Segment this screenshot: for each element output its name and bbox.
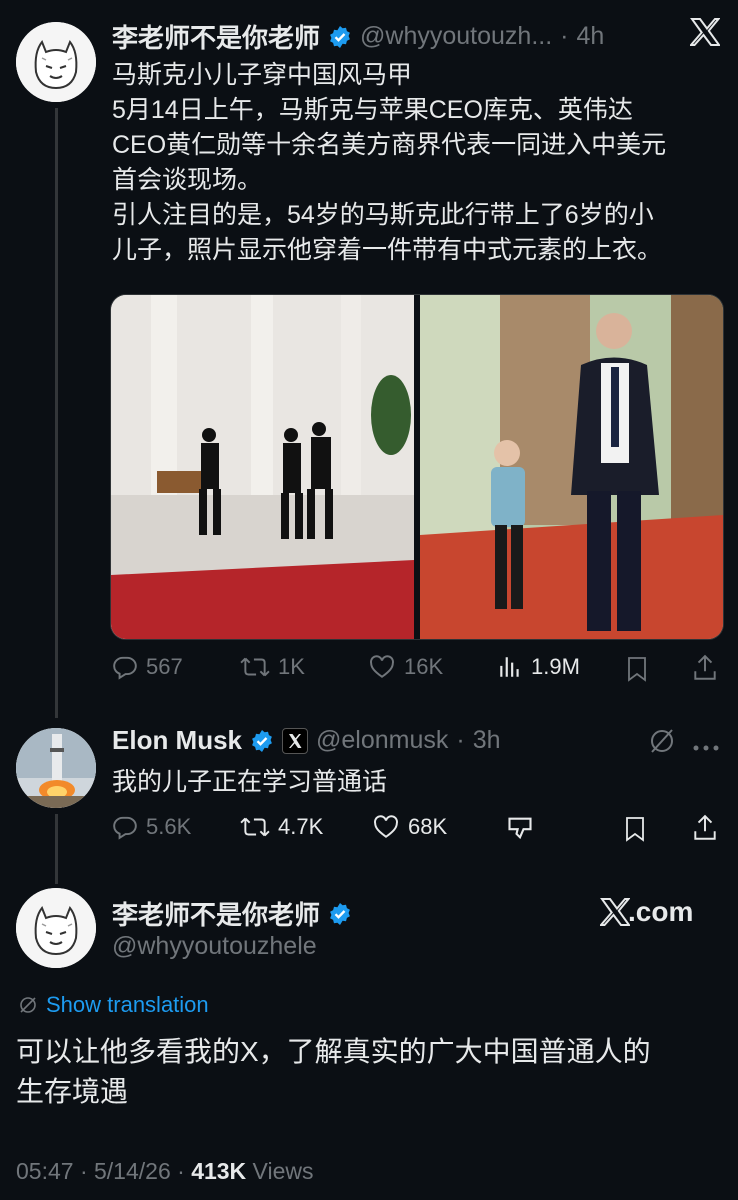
author-name[interactable]: Elon Musk bbox=[112, 725, 242, 756]
thread-line bbox=[55, 814, 58, 884]
thread-line bbox=[55, 108, 58, 718]
brand-text: .com bbox=[628, 896, 694, 927]
tweet1-line: 首会谈现场。 bbox=[112, 166, 263, 194]
grok-icon[interactable] bbox=[648, 727, 676, 760]
repost-icon bbox=[240, 657, 270, 677]
more-options-icon[interactable] bbox=[693, 738, 719, 756]
views-count: 1.9M bbox=[531, 654, 580, 679]
author-handle[interactable]: @elonmusk bbox=[316, 726, 448, 755]
views-label: Views bbox=[246, 1158, 314, 1184]
tweet3-header: 李老师不是你老师 bbox=[112, 895, 352, 932]
repost-count: 1K bbox=[278, 654, 305, 679]
like-button[interactable]: 68K bbox=[372, 814, 447, 840]
views-count: 413K bbox=[191, 1158, 247, 1184]
views-icon bbox=[500, 657, 519, 677]
show-translation-button[interactable]: Show translation bbox=[18, 992, 209, 1018]
like-count: 16K bbox=[404, 654, 444, 679]
tweet-time[interactable]: 4h bbox=[576, 22, 604, 51]
tweet1-line: 5月14日上午，马斯克与苹果CEO库克、英伟达 bbox=[112, 96, 633, 124]
reply-count: 567 bbox=[146, 654, 183, 679]
tweet1-line: CEO黄仁勋等十余名美方商界代表一同进入中美元 bbox=[112, 131, 667, 159]
author-name[interactable]: 李老师不是你老师 bbox=[112, 895, 320, 932]
media-photos bbox=[111, 295, 723, 639]
tweet2-header: Elon Musk @elonmusk · 3h bbox=[112, 725, 501, 756]
timestamp[interactable]: 05:47 · 5/14/26 · bbox=[16, 1158, 191, 1184]
verified-badge-icon bbox=[328, 25, 352, 49]
share-icon[interactable] bbox=[692, 814, 718, 847]
avatar-li-laoshi[interactable] bbox=[16, 888, 96, 968]
views-button[interactable]: 1.9M bbox=[497, 654, 580, 680]
tweet2-text: 我的儿子正在学习普通话 bbox=[112, 768, 388, 796]
tweet3-line: 可以让他多看我的X，了解真实的广大中国普通人的 bbox=[16, 1036, 651, 1067]
author-name[interactable]: 李老师不是你老师 bbox=[112, 18, 320, 55]
tweet-time[interactable]: 3h bbox=[473, 726, 501, 755]
repost-button[interactable]: 4.7K bbox=[240, 814, 323, 840]
tweet3-meta: 05:47 · 5/14/26 · 413K Views bbox=[16, 1158, 314, 1185]
author-handle[interactable]: @whyyoutouzh... bbox=[360, 22, 552, 51]
tweet1-line: 儿子，照片显示他穿着一件带有中式元素的上衣。 bbox=[112, 236, 663, 264]
like-icon bbox=[370, 655, 394, 678]
like-button[interactable]: 16K bbox=[368, 654, 443, 680]
tweet3-line: 生存境遇 bbox=[16, 1076, 129, 1107]
reply-count: 5.6K bbox=[146, 814, 192, 839]
separator-dot: · bbox=[560, 22, 569, 50]
like-icon bbox=[374, 815, 398, 838]
verified-badge-icon bbox=[328, 902, 352, 926]
author-handle[interactable]: @whyyoutouzhele bbox=[112, 932, 317, 961]
separator-dot: · bbox=[456, 726, 465, 754]
translate-icon bbox=[20, 997, 36, 1013]
share-icon[interactable] bbox=[692, 654, 718, 687]
tweet2-actions: 5.6K 4.7K 68K bbox=[112, 814, 722, 844]
tweet1-line: 马斯克小儿子穿中国风马甲 bbox=[112, 61, 413, 89]
avatar-elon-musk[interactable] bbox=[16, 728, 96, 808]
bookmark-icon[interactable] bbox=[623, 816, 647, 847]
avatar-li-laoshi[interactable] bbox=[16, 22, 96, 102]
verified-badge-icon bbox=[250, 729, 274, 753]
reply-button[interactable]: 567 bbox=[112, 654, 183, 680]
x-logo-icon bbox=[600, 898, 630, 926]
tweet1-media[interactable] bbox=[110, 294, 724, 640]
tweet1-header: 李老师不是你老师 @whyyoutouzh... · 4h bbox=[112, 18, 604, 55]
repost-count: 4.7K bbox=[278, 814, 324, 839]
x-com-brand: .com bbox=[600, 896, 693, 928]
reply-icon bbox=[113, 656, 137, 680]
tweet1-text: 马斯克小儿子穿中国风马甲 5月14日上午，马斯克与苹果CEO库克、英伟达 CEO… bbox=[112, 58, 732, 268]
repost-icon bbox=[240, 817, 270, 837]
show-translation-label[interactable]: Show translation bbox=[46, 992, 209, 1018]
downvote-icon[interactable] bbox=[506, 814, 534, 847]
bookmark-icon[interactable] bbox=[625, 656, 649, 687]
tweet1-actions: 567 1K 16K 1.9M bbox=[112, 654, 722, 684]
tweet1-line: 引人注目的是，54岁的马斯克此行带上了6岁的小 bbox=[112, 201, 654, 229]
affiliate-x-badge-icon bbox=[282, 727, 309, 754]
reply-icon bbox=[113, 816, 137, 840]
like-count: 68K bbox=[408, 814, 448, 839]
tweet3-text: 可以让他多看我的X，了解真实的广大中国普通人的 生存境遇 bbox=[16, 1032, 726, 1112]
reply-button[interactable]: 5.6K bbox=[112, 814, 191, 840]
repost-button[interactable]: 1K bbox=[240, 654, 305, 680]
x-logo-icon[interactable] bbox=[688, 18, 721, 51]
